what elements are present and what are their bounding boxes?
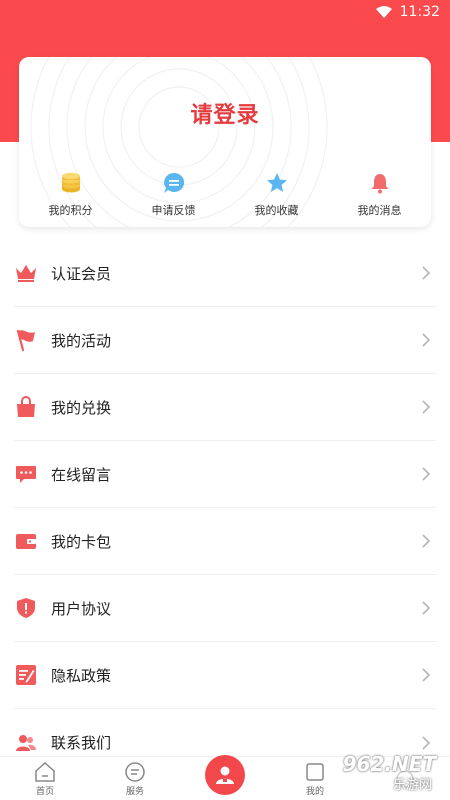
status-time: 11:32 [399,4,440,20]
quick-actions: 我的积分 申请反馈 我的收藏 我的消息 [19,171,431,218]
wifi-icon [375,6,392,18]
tab-more[interactable] [360,757,450,800]
quick-action-favorites[interactable]: 我的收藏 [225,171,328,218]
menu-item-online-message[interactable]: 在线留言 [14,441,436,508]
flag-icon [14,328,38,352]
document-edit-icon [14,663,38,687]
more-icon [396,769,414,788]
quick-action-label: 我的消息 [357,204,402,217]
tab-service[interactable]: 服务 [90,757,180,800]
menu-item-label: 我的卡包 [51,532,112,551]
login-button[interactable]: 请登录 [19,97,431,129]
status-bar: 11:32 [0,0,450,26]
tab-label: 首页 [35,786,54,797]
shopping-bag-icon [14,395,38,419]
tab-label: 我的 [305,786,324,797]
chevron-right-icon [422,333,431,347]
menu-item-label: 联系我们 [51,734,112,752]
menu-item-user-agreement[interactable]: 用户协议 [14,575,436,642]
quick-action-label: 我的收藏 [254,204,299,217]
chat-bubble-icon [162,171,186,195]
chevron-right-icon [422,534,431,548]
profile-icon [306,762,324,781]
tab-profile[interactable]: 我的 [270,757,360,800]
tab-user-center[interactable] [180,755,270,800]
user-center-icon [216,766,234,784]
menu-item-label: 我的活动 [51,331,112,350]
chevron-right-icon [422,400,431,414]
message-icon [14,462,38,486]
coins-icon [59,171,83,195]
bell-icon [368,171,392,195]
menu-item-label: 在线留言 [51,465,112,484]
service-icon [125,761,145,782]
bottom-tab-bar: 首页 服务 我的 [0,755,450,800]
quick-action-label: 申请反馈 [151,204,196,217]
menu-item-label: 认证会员 [51,264,112,283]
menu-item-label: 我的兑换 [51,398,112,417]
shield-icon [14,596,38,620]
quick-action-points[interactable]: 我的积分 [19,171,122,218]
menu-item-activities[interactable]: 我的活动 [14,307,436,374]
chevron-right-icon [422,668,431,682]
chevron-right-icon [422,601,431,615]
home-icon [35,761,55,782]
tab-home[interactable]: 首页 [0,757,90,800]
wallet-icon [14,529,38,553]
user-center-button[interactable] [205,755,245,795]
contacts-icon [14,731,38,755]
crown-icon [14,261,38,285]
menu-item-label: 用户协议 [51,599,112,618]
chevron-right-icon [422,467,431,481]
menu-item-membership[interactable]: 认证会员 [14,240,436,307]
settings-menu: 认证会员 我的活动 我的兑换 在线留言 我的卡包 用户协议 隐私政策 联系我们 [14,240,436,776]
quick-action-feedback[interactable]: 申请反馈 [122,171,225,218]
menu-item-card-wallet[interactable]: 我的卡包 [14,508,436,575]
menu-item-privacy-policy[interactable]: 隐私政策 [14,642,436,709]
profile-card: 请登录 我的积分 申请反馈 我的收藏 我的消息 [19,57,431,227]
chevron-right-icon [422,266,431,280]
quick-action-label: 我的积分 [48,204,93,217]
star-icon [265,171,289,195]
chevron-right-icon [422,735,431,750]
menu-item-label: 隐私政策 [51,666,112,685]
menu-item-redemptions[interactable]: 我的兑换 [14,374,436,441]
tab-label: 服务 [125,786,144,797]
quick-action-messages[interactable]: 我的消息 [328,171,431,218]
